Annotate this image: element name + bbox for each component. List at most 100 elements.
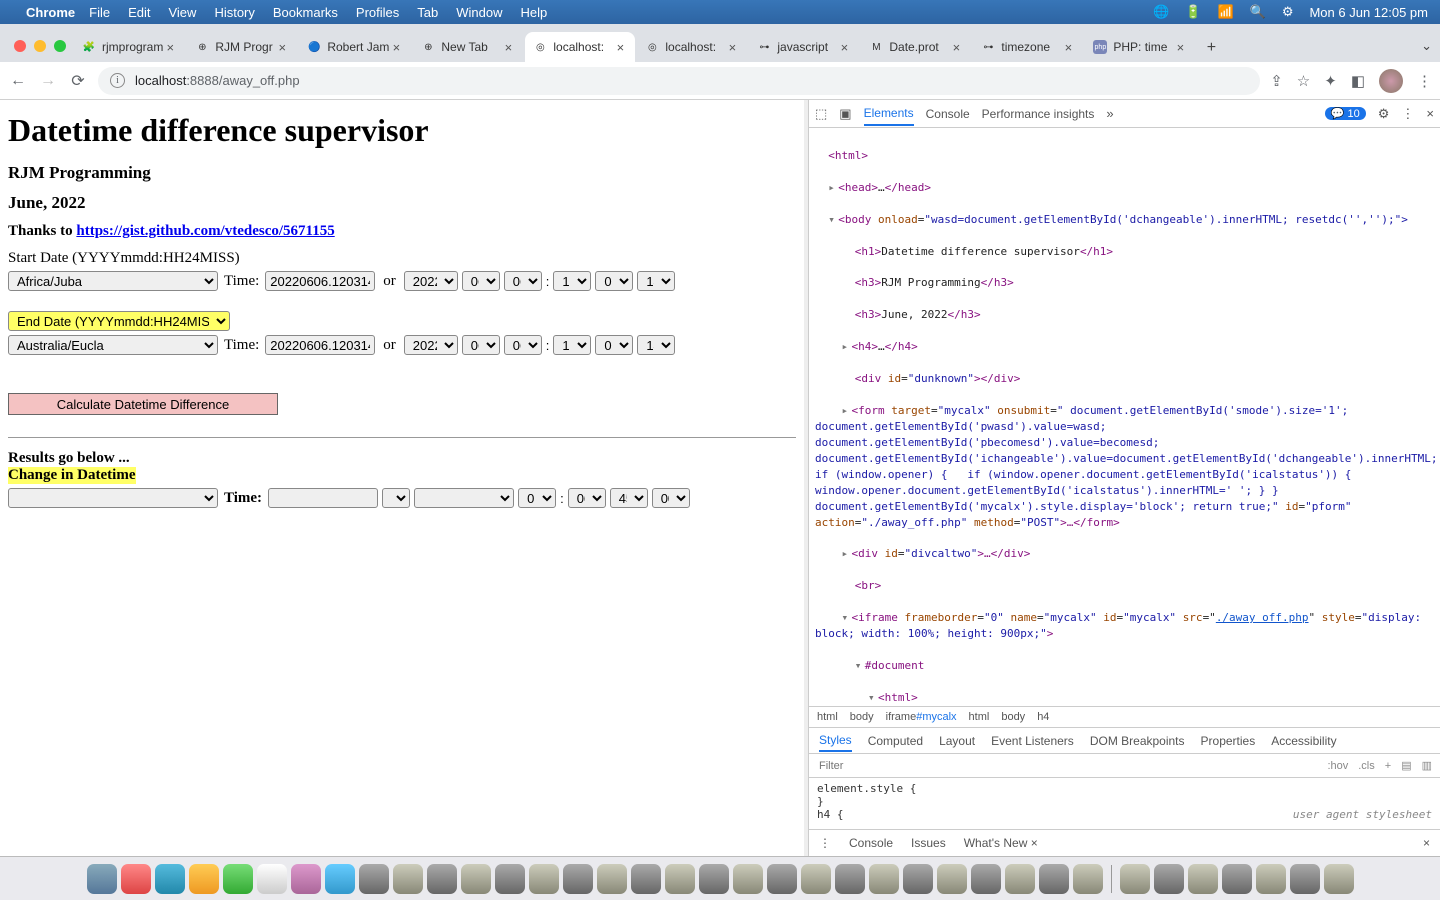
result-day-select[interactable]: 0 [518, 488, 556, 508]
styles-body[interactable]: element.style { } h4 {user agent stylesh… [809, 778, 1440, 830]
tab-close-icon[interactable]: × [389, 40, 403, 55]
tab-close-icon[interactable]: × [1061, 40, 1075, 55]
end-sec-select[interactable]: 14 [637, 335, 675, 355]
window-minimize[interactable] [34, 40, 46, 52]
dock-app[interactable] [767, 864, 797, 894]
tab-close-icon[interactable]: × [837, 40, 851, 55]
bookmark-star-icon[interactable]: ☆ [1297, 72, 1310, 90]
end-timezone-select[interactable]: Australia/Eucla [8, 335, 218, 355]
cls-toggle[interactable]: .cls [1358, 760, 1375, 772]
dock-app[interactable] [563, 864, 593, 894]
menu-tab[interactable]: Tab [417, 5, 438, 20]
dock-app[interactable] [325, 864, 355, 894]
dock-app[interactable] [1324, 864, 1354, 894]
devtools-more-tabs-icon[interactable]: » [1106, 106, 1113, 121]
result-year-select[interactable] [414, 488, 514, 508]
end-date-mode-select[interactable]: End Date (YYYYmmdd:HH24MISS) [8, 311, 230, 331]
devtools-tab-elements[interactable]: Elements [864, 106, 914, 126]
devtools-menu-icon[interactable]: ⋮ [1401, 106, 1414, 122]
tab-close-icon[interactable]: × [163, 40, 177, 55]
menu-edit[interactable]: Edit [128, 5, 150, 20]
dock-app[interactable] [461, 864, 491, 894]
computed-toggle-icon[interactable]: ▤ [1401, 759, 1411, 772]
start-day-select[interactable]: 06 [504, 271, 542, 291]
dock-app[interactable] [291, 864, 321, 894]
start-month-select[interactable]: 06 [462, 271, 500, 291]
styles-tab-props[interactable]: Properties [1201, 734, 1256, 748]
dock-app[interactable] [1256, 864, 1286, 894]
devtools-tab-perf[interactable]: Performance insights [982, 107, 1095, 121]
crumb-item[interactable]: html [817, 711, 838, 723]
styles-tab-a11y[interactable]: Accessibility [1271, 734, 1336, 748]
tab-close-icon[interactable]: × [1173, 40, 1187, 55]
start-timezone-select[interactable]: Africa/Juba [8, 271, 218, 291]
menu-view[interactable]: View [168, 5, 196, 20]
dock-app[interactable] [1073, 864, 1103, 894]
window-maximize[interactable] [54, 40, 66, 52]
dock-app[interactable] [87, 864, 117, 894]
dock-app[interactable] [1154, 864, 1184, 894]
drawer-close-icon[interactable]: × [1423, 836, 1430, 850]
menu-file[interactable]: File [89, 5, 110, 20]
dock-app[interactable] [835, 864, 865, 894]
browser-tab[interactable]: ⊶javascript× [749, 32, 859, 62]
result-tz-select[interactable] [8, 488, 218, 508]
start-year-select[interactable]: 2022 [404, 271, 458, 291]
status-wifi-icon[interactable]: 📶 [1217, 4, 1233, 20]
status-globe-icon[interactable]: 🌐 [1153, 4, 1169, 20]
extensions-icon[interactable]: ✦ [1324, 72, 1337, 90]
dock-app[interactable] [427, 864, 457, 894]
browser-tab[interactable]: ⊕New Tab× [413, 32, 523, 62]
tab-close-icon[interactable]: × [275, 40, 289, 55]
styles-tab-layout[interactable]: Layout [939, 734, 975, 748]
menu-window[interactable]: Window [456, 5, 502, 20]
sidepanel-icon[interactable]: ◧ [1351, 72, 1365, 90]
dock-app[interactable] [665, 864, 695, 894]
crumb-item[interactable]: html [969, 711, 990, 723]
device-toggle-icon[interactable]: ▣ [839, 106, 851, 122]
browser-tab[interactable]: MDate.prot× [861, 32, 971, 62]
share-icon[interactable]: ⇪ [1270, 72, 1283, 90]
end-date-input[interactable] [265, 335, 375, 355]
dock-app[interactable] [257, 864, 287, 894]
dock-app[interactable] [937, 864, 967, 894]
menu-help[interactable]: Help [521, 5, 548, 20]
crumb-item[interactable]: body [850, 711, 874, 723]
tab-close-icon[interactable]: × [613, 40, 627, 55]
reload-button[interactable]: ⟳ [68, 71, 88, 91]
dock-app[interactable] [1290, 864, 1320, 894]
browser-tab[interactable]: ◎localhost:× [637, 32, 747, 62]
result-sec-select[interactable]: 00 [652, 488, 690, 508]
dock-app[interactable] [801, 864, 831, 894]
sidebar-toggle-icon[interactable]: ▥ [1422, 759, 1432, 772]
devtools-settings-icon[interactable]: ⚙ [1378, 106, 1390, 122]
browser-tab[interactable]: 🧩rjmprogram× [74, 32, 185, 62]
dock-app[interactable] [631, 864, 661, 894]
browser-tab[interactable]: phpPHP: time× [1085, 32, 1195, 62]
menu-history[interactable]: History [214, 5, 254, 20]
result-sign-select[interactable]: + [382, 488, 410, 508]
dock-app[interactable] [1188, 864, 1218, 894]
end-hour-select[interactable]: 12 [553, 335, 591, 355]
menubar-clock[interactable]: Mon 6 Jun 12:05 pm [1309, 5, 1428, 20]
browser-tab-active[interactable]: ◎localhost:× [525, 32, 635, 62]
chrome-menu-icon[interactable]: ⋮ [1417, 72, 1432, 90]
drawer-tab-whatsnew[interactable]: What's New × [964, 836, 1038, 850]
site-info-icon[interactable]: i [110, 73, 125, 88]
forward-button[interactable]: → [38, 72, 58, 90]
crumb-item[interactable]: h4 [1037, 711, 1049, 723]
dock-app[interactable] [529, 864, 559, 894]
dock-app[interactable] [699, 864, 729, 894]
styles-tab-listeners[interactable]: Event Listeners [991, 734, 1074, 748]
crumb-item[interactable]: iframe#mycalx [886, 711, 957, 723]
dom-tree[interactable]: <html> ▸<head>…</head> ▾<body onload="wa… [809, 128, 1440, 706]
drawer-tab-issues[interactable]: Issues [911, 836, 946, 850]
devtools-close-icon[interactable]: × [1426, 106, 1434, 121]
styles-tab-dombp[interactable]: DOM Breakpoints [1090, 734, 1185, 748]
dock-app[interactable] [971, 864, 1001, 894]
dock-app[interactable] [155, 864, 185, 894]
status-control-center-icon[interactable]: ⚙ [1282, 4, 1294, 20]
issues-badge[interactable]: 💬 10 [1325, 107, 1366, 120]
end-month-select[interactable]: 06 [462, 335, 500, 355]
inspect-icon[interactable]: ⬚ [815, 106, 827, 122]
